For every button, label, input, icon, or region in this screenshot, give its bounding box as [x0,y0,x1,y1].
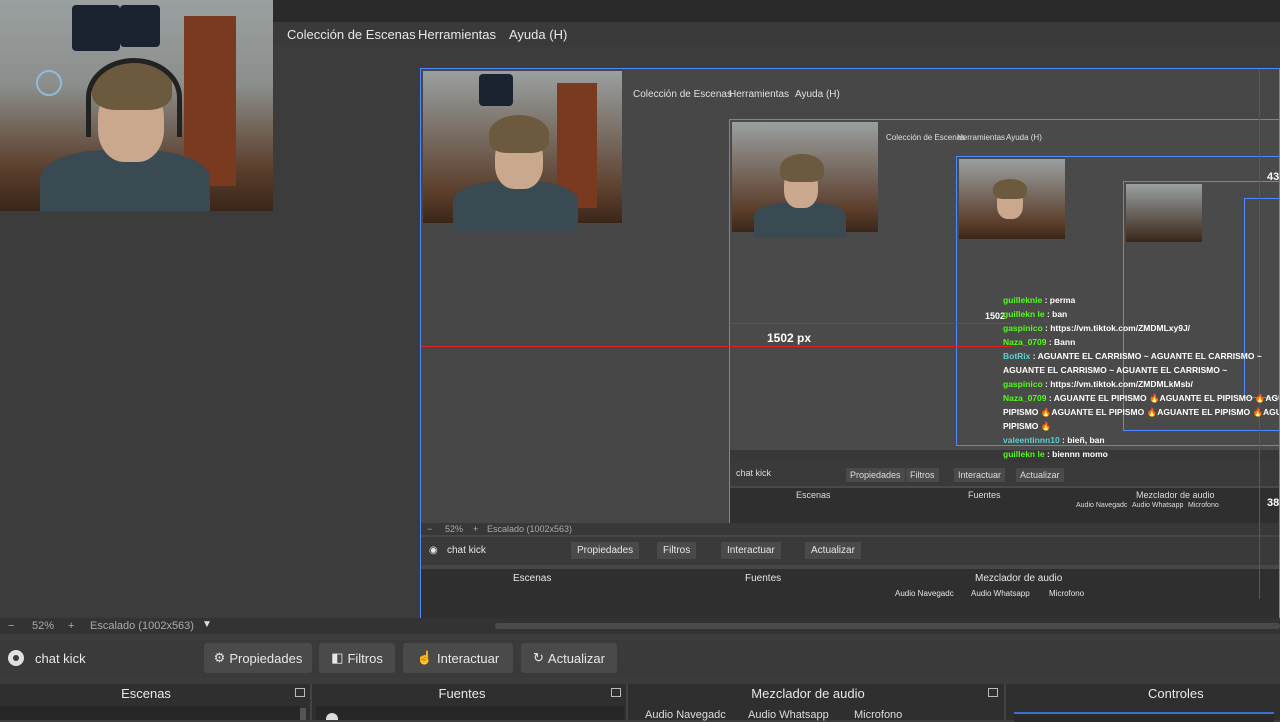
chat-text: : biennn momo [1044,449,1108,459]
properties-button[interactable]: ⚙ Propiedades [204,643,312,673]
chat-username: gaspinico [1003,323,1043,333]
chat-text: : AGUANTE EL CARRISMO ~ AGUANTE EL CARRI… [1030,351,1262,361]
chat-message: Naza_0709 : AGUANTE EL PIPISMO 🔥AGUANTE … [1003,391,1279,405]
webcam-feed [0,0,273,211]
chat-message: guillekn le : ban [1003,307,1279,321]
sources-dock-float-icon[interactable] [611,688,621,697]
source-item-icon [326,713,338,720]
chat-text: : https://vm.tiktok.com/ZMDMLxy9J/ [1042,323,1191,333]
chat-username: guilleknle [1003,295,1043,305]
menu-help[interactable]: Ayuda (H) [509,27,567,42]
nested-menu-scene-collection: Colección de Escenas [633,89,732,100]
chat-text: : https://vm.tiktok.com/ZMDMLkMsb/ [1042,379,1193,389]
guide-line-horizontal-2 [731,323,1011,324]
interact-button[interactable]: ☝ Interactuar [403,643,513,673]
hand-pointer-icon: ☝ [416,650,434,665]
edge-number-bottom: 38 [1267,497,1280,509]
chat-text: : ban [1044,309,1068,319]
scenes-dock-title: Escenas [121,686,171,701]
chat-username: guillekn le [1003,449,1045,459]
menu-tools[interactable]: Herramientas [418,27,496,42]
chat-username: guillekn le [1003,309,1045,319]
nested-menu-tools: Herramientas [729,89,790,100]
mixer-dock-title: Mezclador de audio [751,686,865,701]
gear-icon: ⚙ [213,650,226,665]
selected-source-name: chat kick [35,651,86,666]
preview-canvas[interactable]: Colección de Escenas Herramientas Ayuda … [420,68,1280,620]
chat-username: Naza_0709 [1003,393,1047,403]
chat-text: : bieñ, ban [1059,435,1105,445]
nested-menu-help: Ayuda (H) [795,89,840,100]
chat-message: gaspinico : https://vm.tiktok.com/ZMDMLx… [1003,321,1279,335]
chat-message: PIPISMO 🔥AGUANTE EL PIPISMO 🔥AGUANTE EL … [1003,405,1280,419]
chat-text: : perma [1042,295,1076,305]
chat-username: Naza_0709 [1003,337,1047,347]
chat-message: valeentinnn10 : bieñ, ban [1003,433,1279,447]
zoom-in-button[interactable]: + [68,620,74,632]
source-toolbar [0,640,1280,678]
sources-list[interactable] [316,706,624,720]
menu-scene-collection[interactable]: Colección de Escenas [287,27,416,42]
mixer-channel-browser-audio: Audio Navegadc [645,709,726,721]
controls-panel [1014,712,1274,722]
chat-message: guilleknle : perma [1003,293,1279,307]
guide-line-horizontal [421,346,1011,347]
zoom-out-button[interactable]: − [8,620,14,632]
mixer-channel-microphone: Microfono [854,709,903,721]
scenes-list[interactable] [0,706,300,720]
filters-button[interactable]: ◧ Filtros [319,643,395,673]
sources-dock-title: Fuentes [438,686,486,701]
chat-username: valeentinnn10 [1003,435,1060,445]
chat-text: : AGUANTE EL PIPISMO 🔥AGUANTE EL PIPISMO… [1048,393,1279,403]
measure-label: 1502 px [767,331,812,345]
refresh-icon: ↻ [533,650,544,665]
controls-dock-title: Controles [1148,686,1204,701]
chat-message: guillekn le : biennn momo [1003,447,1279,461]
chat-text: : Bann [1046,337,1076,347]
kick-chat-overlay: guilleknle : perma guillekn le : ban gaspi… [1003,293,1280,461]
scenes-scrollbar[interactable] [300,708,306,720]
scale-label: Escalado (1002x563) [90,620,194,632]
browser-source-icon [8,650,24,666]
preview-source-icon: ◉ [429,545,438,556]
scale-dropdown-icon[interactable]: ▼ [202,619,212,630]
scenes-dock-float-icon[interactable] [295,688,305,697]
chat-username: gaspinico [1003,379,1043,389]
chat-message: BotRix : AGUANTE EL CARRISMO ~ AGUANTE E… [1003,349,1279,363]
chat-message: gaspinico : https://vm.tiktok.com/ZMDMLk… [1003,377,1279,391]
mixer-channel-whatsapp: Audio Whatsapp [748,709,829,721]
refresh-button[interactable]: ↻ Actualizar [521,643,617,673]
preview-scrollbar[interactable] [495,623,1280,629]
chat-message: AGUANTE EL CARRISMO ~ AGUANTE EL CARRISM… [1003,363,1279,377]
chat-message: PIPISMO 🔥 [1003,419,1279,433]
zoom-level: 52% [32,620,55,632]
chat-text: PIPISMO 🔥AGUANTE EL PIPISMO 🔥AGUANTE EL … [1003,407,1280,417]
filter-icon: ◧ [331,650,344,665]
chat-message: Naza_0709 : Bann [1003,335,1279,349]
preview-webcam [423,71,622,231]
chat-text: AGUANTE EL CARRISMO ~ AGUANTE EL CARRISM… [1003,365,1228,375]
chat-username: BotRix [1003,351,1031,361]
edge-number-top: 43 [1267,171,1280,183]
chat-text: PIPISMO 🔥 [1003,421,1052,431]
mixer-dock-float-icon[interactable] [988,688,998,697]
